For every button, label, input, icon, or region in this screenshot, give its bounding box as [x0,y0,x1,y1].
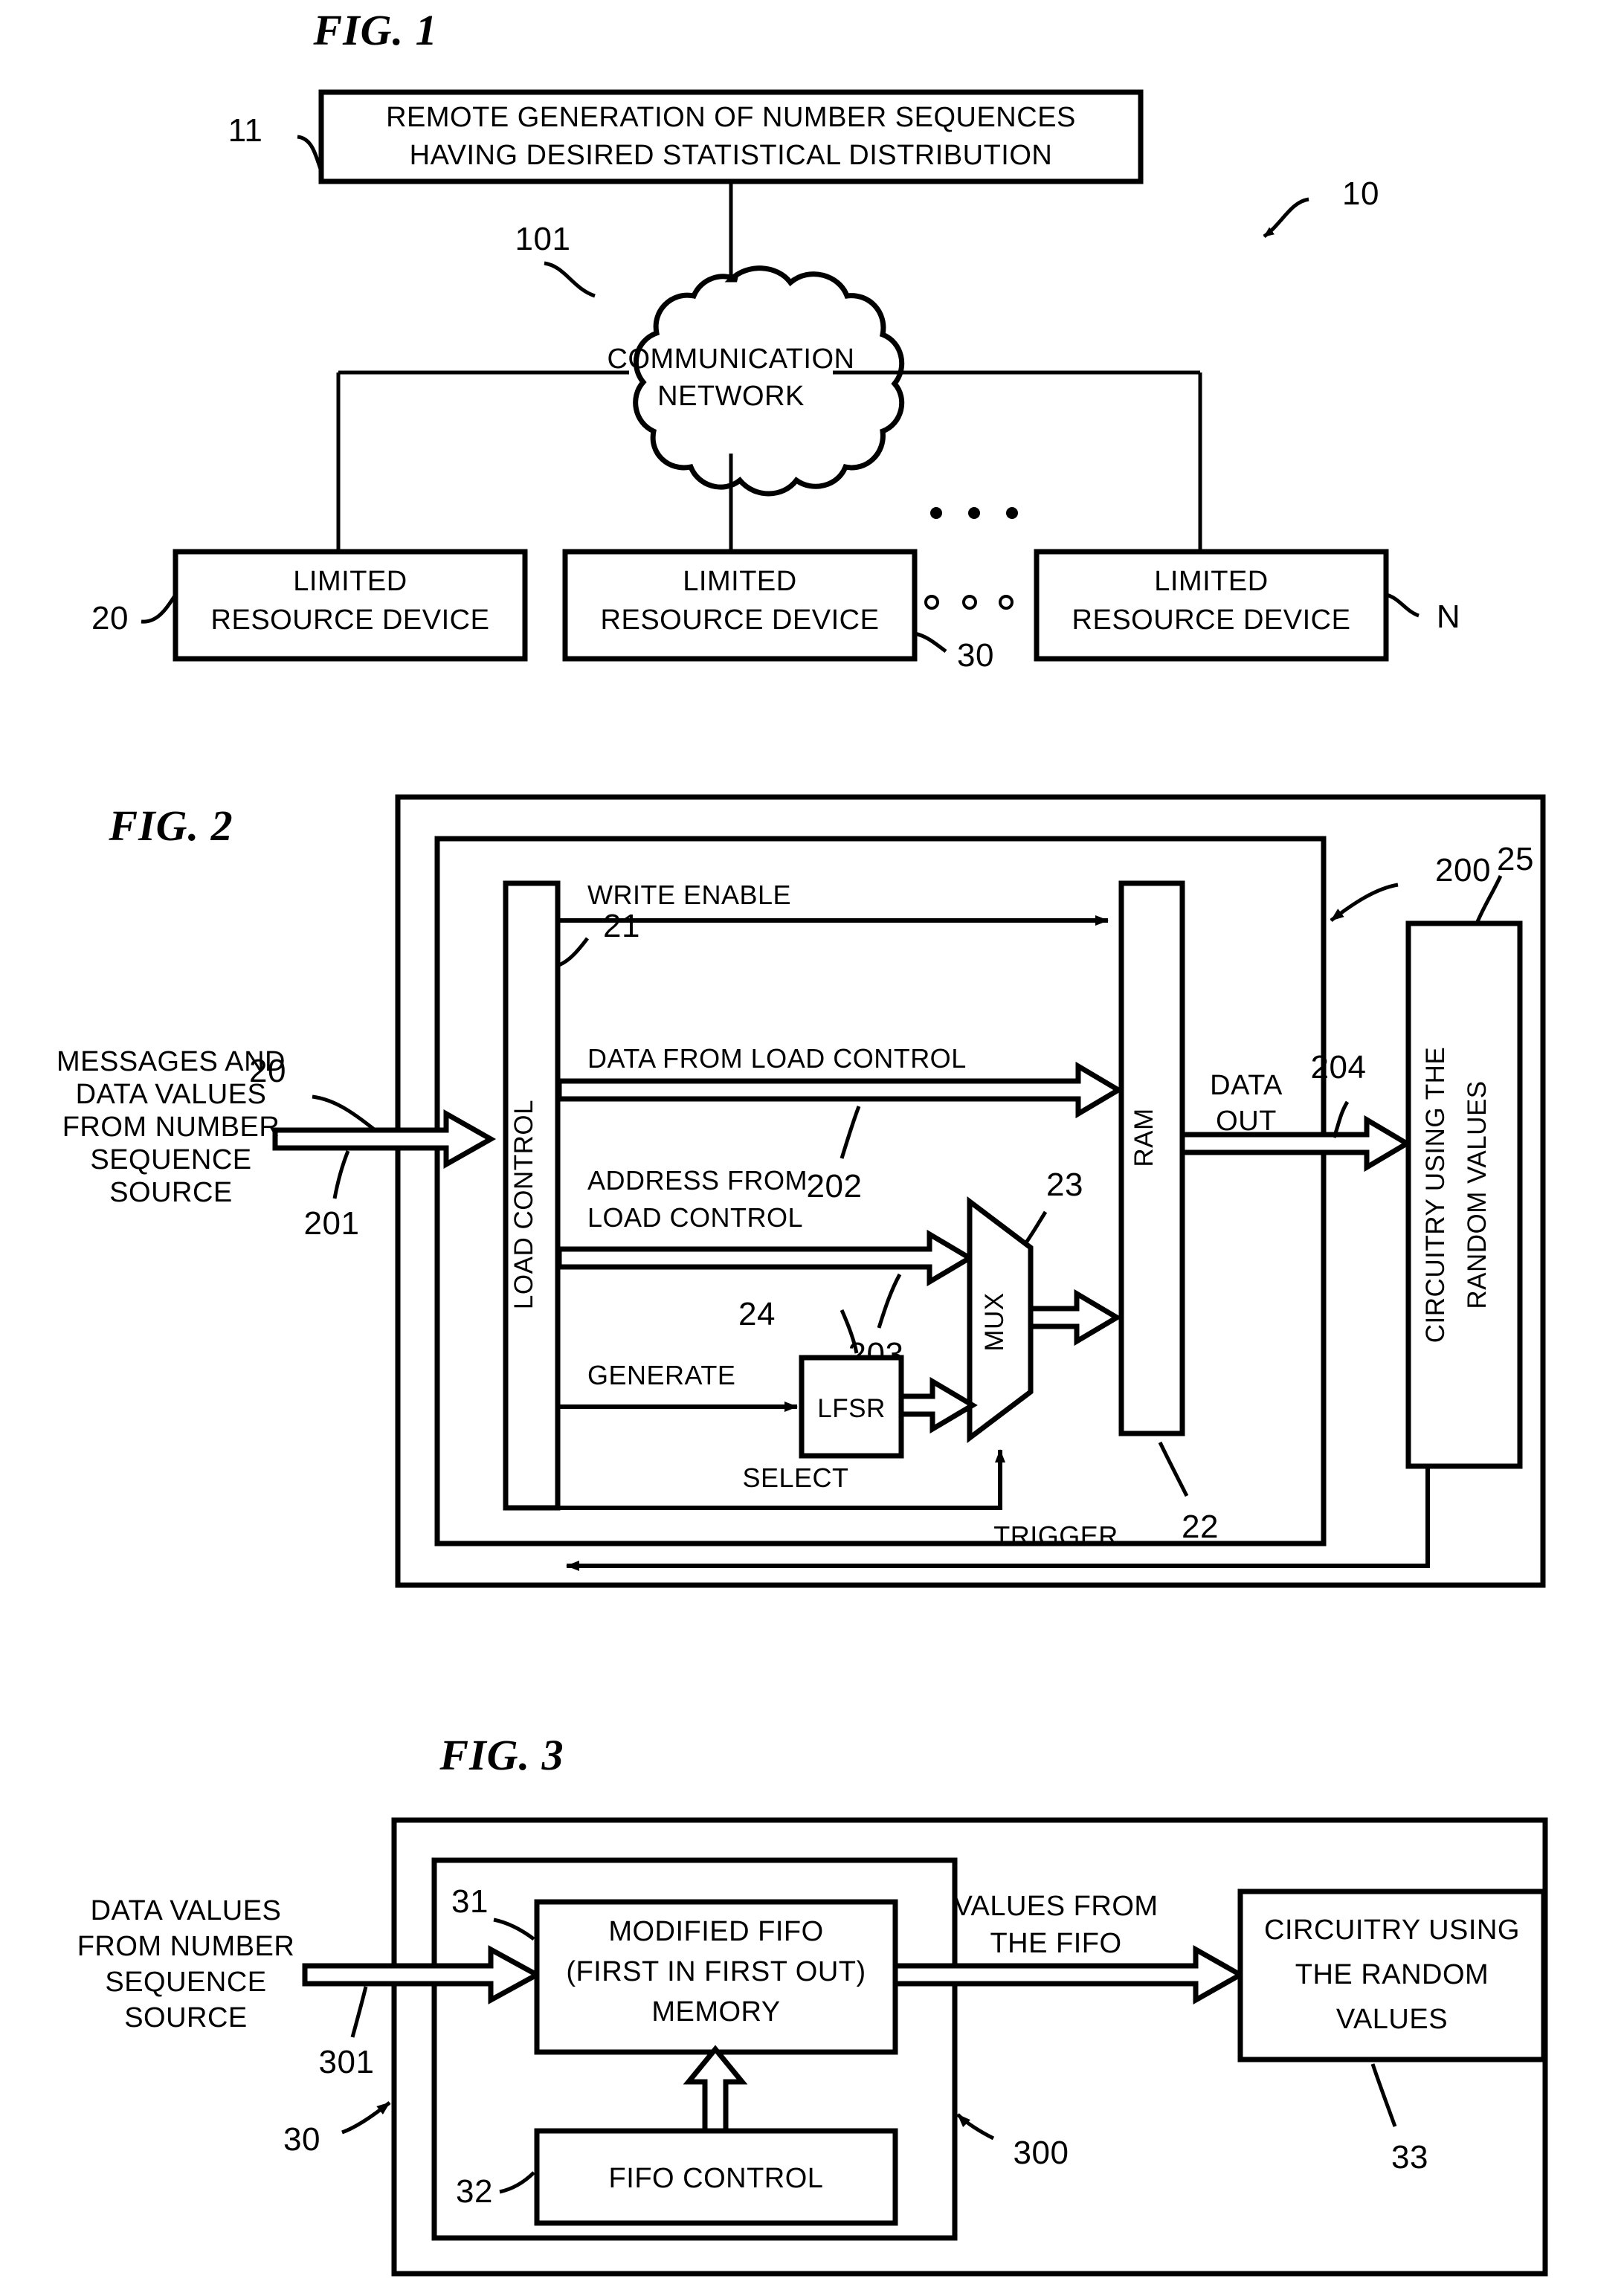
fig2-input-line1: MESSAGES AND [57,1046,286,1077]
fig3-lead-30 [341,2101,391,2135]
figure-1-title: FIG. 1 [312,6,437,54]
fig2-data-from-load-control-label: DATA FROM LOAD CONTROL [587,1043,967,1074]
fig2-ref-22: 22 [1182,1509,1219,1545]
fig1-device-1-line1: LIMITED [293,566,407,597]
fig2-select-label: SELECT [742,1462,848,1493]
patent-drawing-sheet: FIG. 1 REMOTE GENERATION OF NUMBER SEQUE… [0,0,1624,2285]
fig2-load-control-label: LOAD CONTROL [509,1100,538,1309]
fig1-ref-30: 30 [957,637,994,674]
fig2-ref-202: 202 [807,1168,863,1204]
fig2-lead-201 [332,1150,350,1199]
fig2-mux-label: MUX [980,1292,1009,1351]
fig2-input-line2: DATA VALUES [76,1079,267,1110]
fig2-address-from-load-control-line2: LOAD CONTROL [587,1202,803,1233]
fig1-ref-N: N [1437,599,1460,635]
fig2-input-line4: SEQUENCE [90,1144,251,1175]
fig3-output-line1: VALUES FROM [953,1891,1158,1922]
fig1-lead-30 [914,631,947,654]
fig3-input-line1: DATA VALUES [91,1895,282,1926]
fig1-lead-N [1385,593,1420,618]
figure-2: FIG. 2 20 200 25 LOAD CONTROL 21 MESSAGE… [57,794,1546,1588]
fig2-ref-25: 25 [1497,841,1534,877]
fig3-input-line3: SEQUENCE [105,1967,266,1998]
fig3-output-line2: THE FIFO [990,1928,1121,1959]
fig2-data-out-line1: DATA [1210,1070,1283,1101]
fig1-device-1-line2: RESOURCE DEVICE [211,604,490,636]
fig1-cloud-line2: NETWORK [657,381,805,412]
fig1-remote-generation-line2: HAVING DESIRED STATISTICAL DISTRIBUTION [410,140,1053,171]
fig3-input-line4: SOURCE [124,2002,248,2033]
fig1-ellipsis-lower-icon [924,595,1014,610]
fig2-address-from-load-control-line1: ADDRESS FROM [587,1165,808,1196]
fig3-fifo-line2: (FIRST IN FIRST OUT) [566,1956,866,1987]
fig1-ref-101: 101 [515,221,571,257]
fig3-ref-300: 300 [1014,2135,1069,2171]
fig3-ref-32: 32 [456,2173,493,2210]
fig1-device-2-line2: RESOURCE DEVICE [601,604,880,636]
fig1-lead-101 [544,261,596,298]
fig1-ref-20: 20 [91,600,129,636]
fig3-consumer-line1: CIRCUITRY USING [1264,1915,1520,1946]
fig3-fifo-control-label: FIFO CONTROL [609,2163,824,2194]
fig3-ref-33: 33 [1391,2139,1428,2176]
figure-3: FIG. 3 30 300 DATA VALUES FROM NUMBER SE… [77,1731,1548,2277]
fig2-ref-200: 200 [1435,852,1491,888]
fig2-ram-label: RAM [1130,1108,1159,1167]
fig3-lead-301 [350,1986,368,2038]
fig1-lead-10 [1263,197,1309,239]
fig2-consumer-line2: RANDOM VALUES [1463,1080,1492,1309]
fig3-consumer-line2: THE RANDOM [1295,1959,1489,1990]
fig1-lead-20 [141,593,178,624]
fig3-fifo-line1: MODIFIED FIFO [608,1916,823,1947]
fig3-input-line2: FROM NUMBER [77,1931,295,1962]
figure-1: FIG. 1 REMOTE GENERATION OF NUMBER SEQUE… [91,6,1460,674]
fig2-lfsr-label: LFSR [817,1394,885,1423]
figure-3-title: FIG. 3 [439,1731,564,1779]
fig3-ref-31: 31 [451,1883,489,1920]
fig3-consumer-line3: VALUES [1336,2004,1448,2035]
fig1-device-3-line1: LIMITED [1154,566,1268,597]
fig1-cloud-line1: COMMUNICATION [608,344,855,375]
fig1-ellipsis-upper-icon [930,507,1018,519]
fig2-input-line3: FROM NUMBER [62,1112,280,1143]
fig2-ref-24: 24 [738,1296,776,1332]
fig2-ref-21: 21 [603,908,640,944]
fig3-fifo-line3: MEMORY [651,1996,780,2028]
fig1-device-2-line1: LIMITED [683,566,796,597]
fig1-device-3-line2: RESOURCE DEVICE [1072,604,1351,636]
fig2-ref-204: 204 [1311,1049,1367,1086]
fig2-consumer-line1: CIRCUITRY USING THE [1421,1047,1450,1343]
fig2-write-enable-label: WRITE ENABLE [587,880,791,910]
figure-2-title: FIG. 2 [108,802,233,850]
fig1-remote-generation-line1: REMOTE GENERATION OF NUMBER SEQUENCES [386,102,1076,133]
fig3-ref-30: 30 [283,2121,320,2158]
fig1-ref-11: 11 [228,112,263,149]
fig2-ref-23: 23 [1046,1167,1083,1203]
fig1-ref-10: 10 [1342,175,1379,212]
fig2-trigger-label: TRIGGER [993,1520,1118,1551]
fig2-input-arrow [272,1109,497,1170]
fig2-input-line5: SOURCE [109,1177,233,1208]
fig2-ref-201: 201 [304,1205,360,1242]
fig3-ref-301: 301 [319,2044,375,2080]
fig2-generate-label: GENERATE [587,1360,735,1390]
fig1-lead-11 [297,135,323,172]
